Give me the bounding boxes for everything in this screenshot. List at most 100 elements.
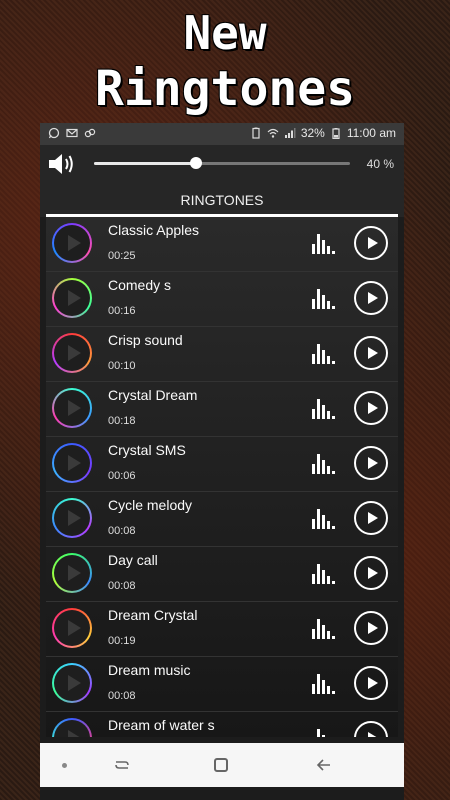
volume-percent: 40 % <box>366 157 394 171</box>
promo-banner: New Ringtones <box>0 0 450 120</box>
play-button[interactable] <box>354 281 388 315</box>
volume-control: 40 % <box>40 145 404 183</box>
ringtone-thumbnail[interactable] <box>52 718 92 737</box>
ringtone-thumbnail[interactable] <box>52 553 92 593</box>
eq-bar <box>332 471 335 474</box>
equalizer-icon[interactable] <box>312 344 338 364</box>
equalizer-icon[interactable] <box>312 234 338 254</box>
play-icon <box>368 677 378 689</box>
thumbnail-play-icon <box>68 730 81 737</box>
play-button[interactable] <box>354 391 388 425</box>
ringtone-name: Crisp sound <box>108 332 183 348</box>
eq-bar <box>322 460 325 474</box>
thumbnail-play-icon <box>68 620 81 636</box>
ringtone-row[interactable]: Classic Apples 00:25 <box>46 217 398 272</box>
ringtone-row[interactable]: Dream of water s <box>46 712 398 737</box>
ringtone-row[interactable]: Dream music 00:08 <box>46 657 398 712</box>
speaker-icon[interactable] <box>46 151 78 177</box>
ringtone-thumbnail[interactable] <box>52 443 92 483</box>
eq-bar <box>332 361 335 364</box>
ringtone-name: Day call <box>108 552 158 568</box>
ringtone-row[interactable]: Comedy s 00:16 <box>46 272 398 327</box>
ringtone-name: Crystal Dream <box>108 387 198 403</box>
ringtone-row[interactable]: Dream Crystal 00:19 <box>46 602 398 657</box>
dot-icon[interactable] <box>62 763 67 768</box>
eq-bar <box>322 625 325 639</box>
volume-slider[interactable] <box>94 157 350 169</box>
play-button[interactable] <box>354 501 388 535</box>
eq-bar <box>317 289 320 309</box>
thumbnail-inner <box>54 720 90 737</box>
tab-ringtones[interactable]: RINGTONES <box>40 192 404 208</box>
banner-line-2: Ringtones <box>94 61 356 117</box>
ringtone-thumbnail[interactable] <box>52 498 92 538</box>
home-icon[interactable] <box>214 758 228 772</box>
eq-bar <box>312 574 315 584</box>
ringtone-thumbnail[interactable] <box>52 223 92 263</box>
eq-bar <box>317 564 320 584</box>
ringtone-row[interactable]: Crisp sound 00:10 <box>46 327 398 382</box>
play-icon <box>368 732 378 737</box>
eq-bar <box>322 295 325 309</box>
thumbnail-inner <box>54 665 90 701</box>
play-icon <box>368 567 378 579</box>
ringtone-thumbnail[interactable] <box>52 608 92 648</box>
ringtone-duration: 00:08 <box>108 580 136 592</box>
eq-bar <box>322 680 325 694</box>
equalizer-icon[interactable] <box>312 674 338 694</box>
ringtone-duration: 00:16 <box>108 305 136 317</box>
volume-slider-thumb[interactable] <box>190 157 203 169</box>
whatsapp-icon <box>48 127 60 139</box>
ringtone-duration: 00:25 <box>108 250 136 262</box>
equalizer-icon[interactable] <box>312 454 338 474</box>
eq-bar <box>322 515 325 529</box>
nav-bar <box>40 743 404 787</box>
ringtone-thumbnail[interactable] <box>52 663 92 703</box>
thumbnail-inner <box>54 335 90 371</box>
battery-icon <box>332 128 340 139</box>
ringtone-row[interactable]: Crystal SMS 00:06 <box>46 437 398 492</box>
equalizer-icon[interactable] <box>312 564 338 584</box>
equalizer-icon[interactable] <box>312 289 338 309</box>
play-button[interactable] <box>354 611 388 645</box>
ringtone-row[interactable]: Cycle melody 00:08 <box>46 492 398 547</box>
play-button[interactable] <box>354 666 388 700</box>
eq-bar <box>312 519 315 529</box>
play-button[interactable] <box>354 336 388 370</box>
ringtone-list[interactable]: Classic Apples 00:25 Comedy s 00:16 Crisp so… <box>46 217 398 737</box>
eq-bar <box>327 521 330 529</box>
eq-bar <box>317 454 320 474</box>
ringtone-duration: 00:08 <box>108 690 136 702</box>
eq-bar <box>327 576 330 584</box>
play-button[interactable] <box>354 446 388 480</box>
play-icon <box>368 457 378 469</box>
eq-bar <box>317 344 320 364</box>
ringtone-duration: 00:10 <box>108 360 136 372</box>
equalizer-icon[interactable] <box>312 729 338 737</box>
ringtone-name: Dream music <box>108 662 191 678</box>
play-button[interactable] <box>354 556 388 590</box>
ringtone-row[interactable]: Day call 00:08 <box>46 547 398 602</box>
play-button[interactable] <box>354 721 388 737</box>
equalizer-icon[interactable] <box>312 509 338 529</box>
equalizer-icon[interactable] <box>312 399 338 419</box>
ringtone-thumbnail[interactable] <box>52 278 92 318</box>
ringtone-duration: 00:19 <box>108 635 136 647</box>
play-icon <box>368 402 378 414</box>
ringtone-thumbnail[interactable] <box>52 388 92 428</box>
signal-icon <box>284 128 296 138</box>
battery-percent: 32% <box>300 126 325 140</box>
eq-bar <box>317 729 320 737</box>
equalizer-icon[interactable] <box>312 619 338 639</box>
recent-apps-icon[interactable] <box>114 757 130 773</box>
play-button[interactable] <box>354 226 388 260</box>
eq-bar <box>312 684 315 694</box>
eq-bar <box>327 356 330 364</box>
eq-bar <box>322 735 325 737</box>
ringtone-duration: 00:18 <box>108 415 136 427</box>
back-icon[interactable] <box>315 756 333 774</box>
ringtone-thumbnail[interactable] <box>52 333 92 373</box>
play-icon <box>368 622 378 634</box>
ringtone-row[interactable]: Crystal Dream 00:18 <box>46 382 398 437</box>
link-icon <box>84 128 96 138</box>
